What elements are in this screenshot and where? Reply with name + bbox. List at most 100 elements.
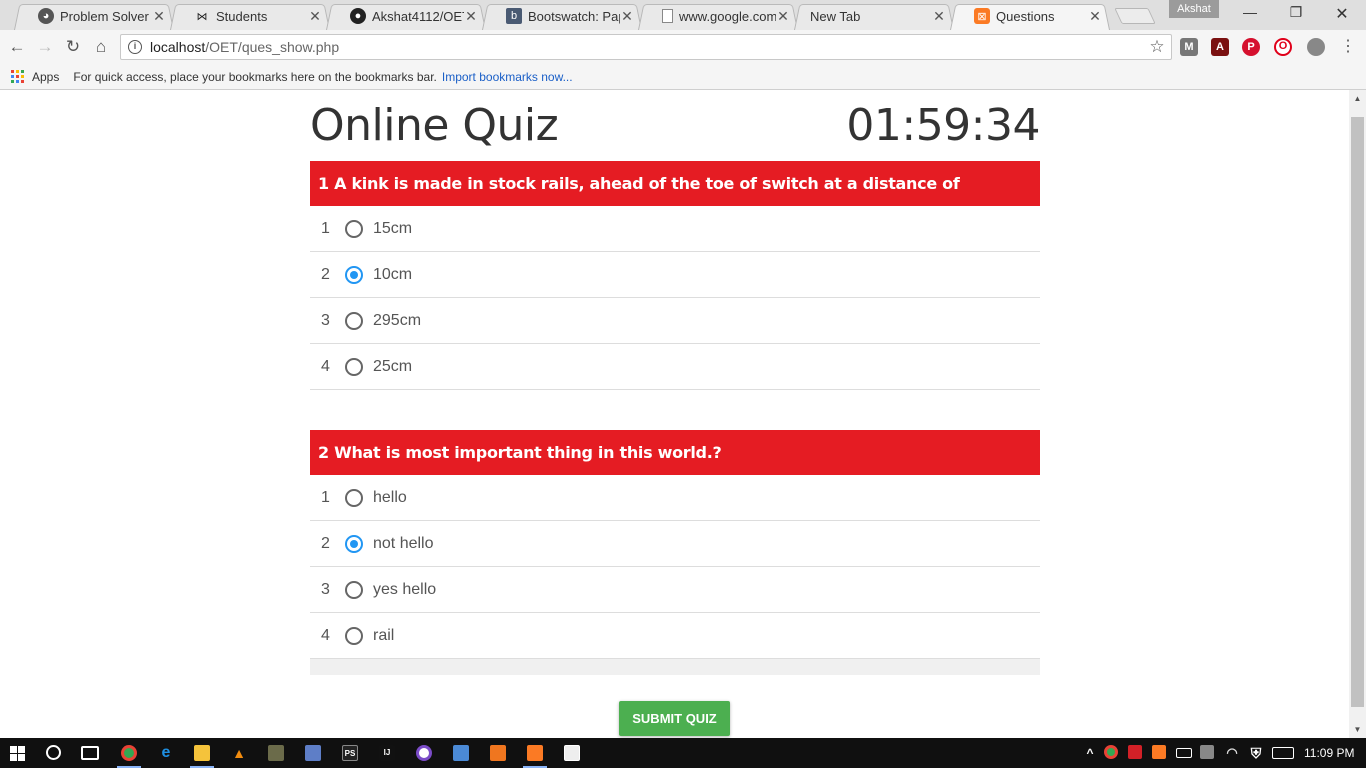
option-label[interactable]: yes hello [373, 581, 436, 599]
minimize-icon[interactable]: — [1227, 4, 1273, 24]
radio-button[interactable] [345, 626, 363, 645]
forward-icon[interactable]: → [35, 37, 55, 57]
import-bookmarks-link[interactable]: Import bookmarks now... [442, 70, 573, 84]
option-number: 2 [321, 534, 330, 552]
menu-kebab-icon[interactable]: ⋮ [1338, 37, 1358, 57]
radio-selected[interactable] [345, 265, 363, 284]
answer-option[interactable]: 3 yes hello [310, 567, 1040, 613]
tab-questions[interactable]: ⊠ Questions ✕ [950, 2, 1110, 30]
app-icon[interactable] [416, 745, 432, 761]
tab-bootswatch[interactable]: b Bootswatch: Paper ✕ [482, 2, 642, 30]
keyboard-icon[interactable] [1272, 747, 1294, 759]
close-icon[interactable]: ✕ [1088, 8, 1102, 25]
option-label[interactable]: 15cm [373, 220, 412, 238]
bowtie-icon: ⋈ [196, 10, 208, 23]
radio-button[interactable] [345, 488, 363, 507]
notepad-icon[interactable] [305, 745, 321, 761]
pdf-extension-icon[interactable]: A [1211, 38, 1229, 56]
bookmark-star-icon[interactable]: ☆ [1143, 37, 1171, 57]
vlc-icon[interactable]: ▲ [231, 745, 247, 761]
scroll-down-icon[interactable]: ▼ [1349, 725, 1366, 734]
network-icon[interactable] [1200, 745, 1214, 759]
answer-option[interactable]: 1 hello [310, 475, 1040, 521]
python-icon[interactable] [453, 745, 469, 761]
page-scrollbar[interactable]: ▲ ▼ [1349, 90, 1366, 738]
option-number: 1 [321, 488, 330, 506]
close-icon[interactable]: ✕ [464, 8, 478, 25]
gmail-extension-icon[interactable]: M [1180, 38, 1198, 56]
url-path: /OET/ques_show.php [205, 39, 340, 55]
countdown-timer: 01:59:34 [846, 100, 1040, 151]
chrome-tray-icon[interactable] [1104, 745, 1118, 759]
tray-app-icon[interactable] [1128, 745, 1142, 759]
bookmarks-hint: For quick access, place your bookmarks h… [73, 69, 437, 84]
battery-icon[interactable] [1176, 748, 1192, 758]
tab-google[interactable]: www.google.com ✕ [638, 2, 798, 30]
shield-icon[interactable]: ⛨ [1248, 745, 1264, 761]
answer-option[interactable]: 4 rail [310, 613, 1040, 659]
option-label[interactable]: not hello [373, 535, 434, 553]
app-icon[interactable] [268, 745, 284, 761]
answer-option[interactable]: 1 15cm [310, 206, 1040, 252]
radio-button[interactable] [345, 219, 363, 238]
xampp-taskbar-icon[interactable] [490, 745, 506, 761]
address-bar[interactable]: i localhost/OET/ques_show.php ☆ [120, 34, 1172, 60]
apps-link[interactable]: Apps [32, 70, 59, 84]
url-text[interactable]: localhost/OET/ques_show.php [150, 39, 1143, 55]
intellij-icon[interactable]: IJ [379, 745, 395, 761]
scroll-thumb[interactable] [1351, 117, 1364, 707]
edge-icon[interactable]: e [158, 745, 174, 761]
new-tab-button[interactable] [1114, 8, 1156, 24]
close-icon[interactable]: ✕ [776, 8, 790, 25]
question-footer [310, 659, 1040, 675]
answer-option[interactable]: 4 25cm [310, 344, 1040, 390]
tab-problem-solver[interactable]: ◕ Problem Solver - C ✕ [14, 2, 174, 30]
windows-start-icon[interactable] [10, 746, 25, 761]
back-icon[interactable]: ← [7, 37, 27, 57]
chrome-taskbar-icon[interactable] [121, 745, 137, 761]
site-info-icon[interactable]: i [128, 40, 142, 54]
file-explorer-icon[interactable] [194, 745, 210, 761]
tab-students[interactable]: ⋈ Students ✕ [170, 2, 330, 30]
reload-icon[interactable]: ↻ [63, 37, 83, 57]
option-label[interactable]: 295cm [373, 312, 421, 330]
radio-button[interactable] [345, 311, 363, 330]
taskbar-clock[interactable]: 11:09 PM [1304, 746, 1354, 760]
wifi-icon[interactable]: ◠ [1224, 745, 1240, 761]
profile-button[interactable]: Akshat [1169, 0, 1219, 18]
home-icon[interactable]: ⌂ [91, 37, 111, 57]
close-icon[interactable]: ✕ [620, 8, 634, 25]
option-label[interactable]: 10cm [373, 266, 412, 284]
pinterest-extension-icon[interactable]: P [1242, 38, 1260, 56]
option-label[interactable]: rail [373, 627, 394, 645]
radio-selected[interactable] [345, 534, 363, 553]
xampp-control-icon[interactable] [527, 745, 543, 761]
answer-option[interactable]: 3 295cm [310, 298, 1040, 344]
submit-quiz-button[interactable]: SUBMIT QUIZ [619, 701, 730, 736]
answer-option[interactable]: 2 not hello [310, 521, 1040, 567]
radio-button[interactable] [345, 357, 363, 376]
close-icon[interactable]: ✕ [152, 8, 166, 25]
account-extension-icon[interactable] [1307, 38, 1325, 56]
restore-icon[interactable]: ❐ [1273, 4, 1319, 24]
tab-new-tab[interactable]: New Tab ✕ [794, 2, 954, 30]
option-label[interactable]: hello [373, 489, 407, 507]
opera-extension-icon[interactable]: O [1274, 38, 1292, 56]
task-view-icon[interactable] [81, 746, 99, 760]
chevron-up-icon[interactable]: ^ [1082, 745, 1098, 761]
answer-option[interactable]: 2 10cm [310, 252, 1040, 298]
radio-button[interactable] [345, 580, 363, 599]
close-icon[interactable]: ✕ [932, 8, 946, 25]
xampp-tray-icon[interactable] [1152, 745, 1166, 759]
scroll-up-icon[interactable]: ▲ [1349, 94, 1366, 103]
question-block: 1 A kink is made in stock rails, ahead o… [310, 161, 1040, 390]
cortana-icon[interactable] [46, 745, 61, 760]
window-close-icon[interactable]: ✕ [1319, 4, 1365, 24]
option-label[interactable]: 25cm [373, 358, 412, 376]
powershell-icon[interactable]: PS [342, 745, 358, 761]
close-icon[interactable]: ✕ [308, 8, 322, 25]
tab-github[interactable]: ● Akshat4112/OET: W ✕ [326, 2, 486, 30]
photos-icon[interactable] [564, 745, 580, 761]
apps-grid-icon[interactable] [11, 70, 24, 83]
xampp-icon: ⊠ [974, 8, 990, 24]
